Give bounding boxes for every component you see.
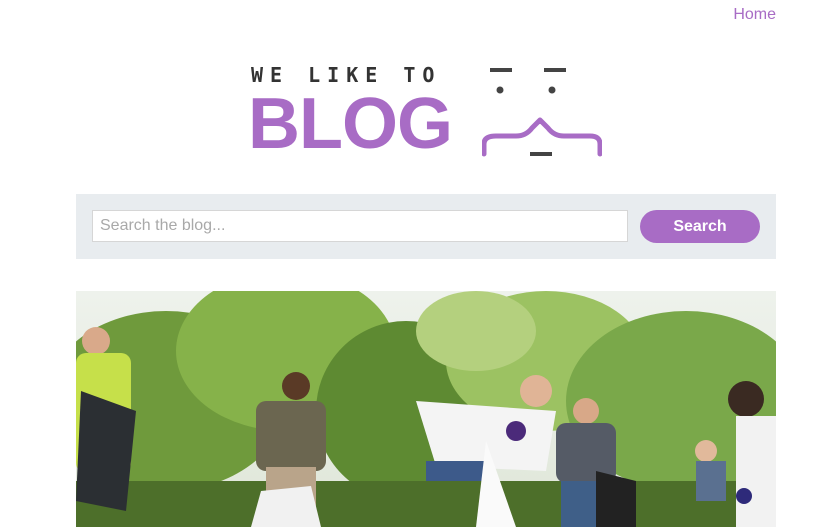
hero-image (76, 291, 776, 527)
search-button[interactable]: Search (640, 210, 760, 243)
search-bar: Search (76, 194, 776, 259)
search-input[interactable] (92, 210, 628, 242)
site-logo[interactable]: WE LIKE TO BLOG (248, 62, 608, 162)
volunteers-cleanup-photo (76, 291, 776, 527)
home-link[interactable]: Home (733, 6, 776, 24)
logo-wordmark: BLOG (248, 84, 453, 164)
smiley-face-icon (482, 68, 602, 157)
